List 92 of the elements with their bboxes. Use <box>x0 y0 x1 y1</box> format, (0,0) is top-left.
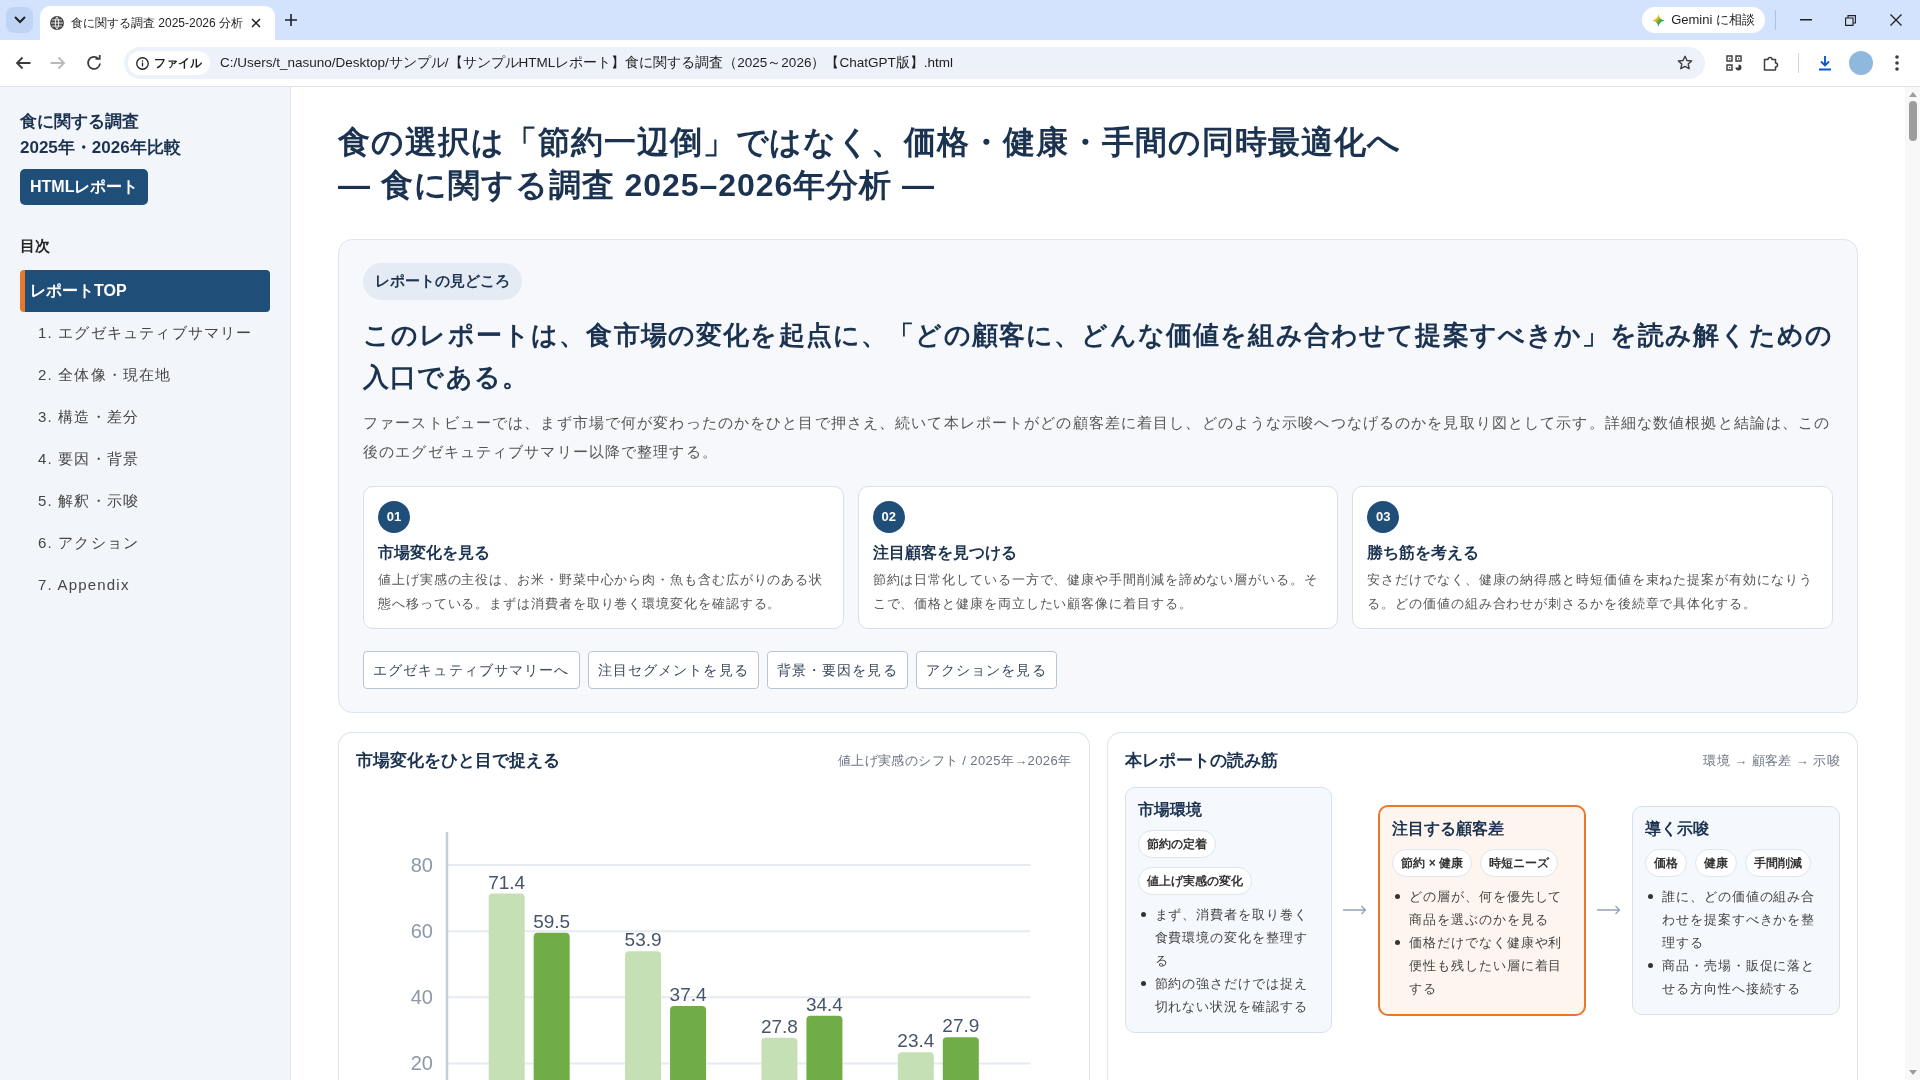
point-text: 安さだけでなく、健康の納得感と時短価値を束ねた提案が有効になりうる。どの価値の組み合わせが刺さるかを後続章で具体化する。 <box>1367 571 1814 613</box>
bullet-icon <box>1395 939 1401 945</box>
flow-step-title: 導く示唆 <box>1645 818 1711 839</box>
chevron-down-icon <box>13 16 26 24</box>
toc-link[interactable]: 1. エグゼキュティブサマリー <box>20 312 270 354</box>
toc-link[interactable]: レポートTOP <box>20 270 270 312</box>
section-link[interactable]: アクションを見る <box>915 651 1057 689</box>
flow-point-text: 価格だけでなく健康や利便性も残したい層に着目する <box>1409 933 1564 998</box>
step-number: 01 <box>378 501 410 533</box>
more-menu-icon[interactable] <box>1895 55 1899 71</box>
toc-heading: 目次 <box>20 236 51 256</box>
bullet-icon <box>1395 893 1401 899</box>
flow-point-text: 商品・売場・販促に落とせる方向性へ接続する <box>1662 956 1817 998</box>
tab-search-button[interactable] <box>6 7 33 33</box>
sparkle-icon <box>1652 13 1666 27</box>
restore-icon[interactable] <box>1845 14 1856 26</box>
right-arrow-icon <box>1343 905 1368 915</box>
keyword-tag: 時短ニーズ <box>1480 848 1558 877</box>
toc-link[interactable]: 3. 構造・差分 <box>20 396 270 438</box>
globe-icon <box>50 16 64 30</box>
overview-text: ファーストビューでは、まず市場で何が変わったのかをひと目で押さえ、続いて本レポートがどの顧客差に着目し、どのような示唆へつなげるのかを見取り図として示す。詳細な数値根拠と結論は、この後のエグゼキュティブサマリー以降で整理する。 <box>363 413 1832 462</box>
panel-title: 本レポートの読み筋 <box>1124 750 1278 772</box>
data-label: 34.4 <box>805 993 843 1015</box>
site-info-button[interactable]: ファイル <box>128 51 210 75</box>
keyword-tag: 節約 × 健康 <box>1392 848 1472 877</box>
data-label: 71.4 <box>488 871 526 893</box>
puzzle-icon[interactable] <box>1763 55 1779 71</box>
axis-tick-label: 60 <box>410 920 433 943</box>
axis-tick-label: 80 <box>410 854 433 877</box>
panel-title: 市場変化をひと目で捉える <box>356 750 560 772</box>
section-link[interactable]: エグゼキュティブサマリーへ <box>363 651 580 689</box>
sidebar-title: 食に関する調査 2025年・2026年比較 <box>20 111 182 159</box>
toc-link[interactable]: 2. 全体像・現在地 <box>20 354 270 396</box>
point-text: 値上げ実感の主役は、お米・野菜中心から肉・魚も含む広がりのある状態へ移っている。まずは消費者を取り巻く環境変化を確認する。 <box>378 571 825 613</box>
flow-step-title: 注目する顧客差 <box>1392 818 1506 839</box>
data-label: 53.9 <box>624 929 662 951</box>
axis-tick-label: 40 <box>410 986 433 1009</box>
scrollbar-thumb[interactable] <box>1908 101 1917 141</box>
bullet-icon <box>1140 912 1146 917</box>
keyword-tag: 節約の定着 <box>1137 830 1216 858</box>
data-label: 27.9 <box>942 1015 980 1037</box>
flow-point-text: 節約の強さだけでは捉え切れない状況を確認する <box>1154 975 1309 1016</box>
address-bar[interactable]: ファイル C:/Users/t_nasuno/Desktop/サンプル/【サンプルHTMLレポート】食に関する調査（2025～2026）【ChatGPT版】.html <box>124 47 1705 79</box>
new-tab-icon[interactable] <box>285 14 297 26</box>
flow-step-title: 市場環境 <box>1137 800 1203 820</box>
overview-headline: このレポートは、食市場の変化を起点に、「どの顧客に、どんな価値を組み合わせて提案すべきか」を読み解くための入口である。 <box>363 319 1833 394</box>
close-icon[interactable] <box>251 18 261 28</box>
info-icon <box>136 56 149 70</box>
page-title: 食の選択は「節約一辺倒」ではなく、価格・健康・手間の同時最適化へ — 食に関する調査 2025–2026年分析 — <box>338 123 1402 205</box>
qr-code-icon[interactable] <box>1726 55 1742 71</box>
bullet-icon <box>1648 893 1654 899</box>
axis-tick-label: 20 <box>410 1052 433 1075</box>
gemini-button[interactable]: Gemini に相談 <box>1642 7 1765 33</box>
point-title: 市場変化を見る <box>378 543 491 563</box>
point-title: 注目顧客を見つける <box>872 543 1018 563</box>
data-label: 23.4 <box>897 1030 935 1052</box>
section-link[interactable]: 背景・要因を見る <box>766 651 908 689</box>
scroll-up-icon[interactable] <box>1908 92 1917 97</box>
minimize-icon[interactable] <box>1800 19 1812 21</box>
bullet-icon <box>1140 981 1146 986</box>
step-number: 02 <box>872 501 905 533</box>
right-arrow-icon <box>1597 905 1622 915</box>
toc-link[interactable]: 4. 要因・背景 <box>20 438 270 480</box>
keyword-tag: 手間削減 <box>1745 848 1812 877</box>
toc-link[interactable]: 7. Appendix <box>20 564 270 606</box>
back-arrow-icon[interactable] <box>15 55 31 71</box>
toc-link[interactable]: 5. 解釈・示唆 <box>20 480 270 522</box>
section-link[interactable]: 注目セグメントを見る <box>587 651 759 689</box>
panel-caption: 環境 → 顧客差 → 示唆 <box>1703 752 1840 771</box>
keyword-tag: 価格 <box>1645 848 1688 877</box>
data-label: 37.4 <box>669 983 707 1005</box>
section-tag: レポートの見どころ <box>363 263 522 300</box>
panel-caption: 値上げ実感のシフト / 2025年→2026年 <box>837 752 1072 771</box>
data-label: 59.5 <box>533 910 571 932</box>
flow-point-text: まず、消費者を取り巻く食費環境の変化を整理する <box>1154 906 1309 970</box>
download-icon[interactable] <box>1817 55 1833 71</box>
keyword-tag: 健康 <box>1695 848 1738 877</box>
report-type-label: HTMLレポート <box>20 169 149 205</box>
reload-icon[interactable] <box>86 55 102 71</box>
bullet-icon <box>1648 962 1654 968</box>
keyword-tag: 値上げ実感の変化 <box>1137 867 1252 895</box>
window-close-icon[interactable] <box>1890 14 1902 26</box>
step-number: 03 <box>1367 501 1400 533</box>
flow-point-text: どの層が、何を優先して商品を選ぶのかを見る <box>1409 887 1564 929</box>
data-label: 27.8 <box>760 1015 798 1037</box>
point-text: 節約は日常化している一方で、健康や手間削減を諦めない層がいる。そこで、価格と健康を両立したい顧客像に着目する。 <box>872 571 1319 613</box>
point-title: 勝ち筋を考える <box>1367 543 1481 563</box>
flow-point-text: 誰に、どの価値の組み合わせを提案すべきかを整理する <box>1662 887 1817 952</box>
star-icon[interactable] <box>1677 55 1693 71</box>
toc-link[interactable]: 6. アクション <box>20 522 270 564</box>
scroll-down-icon[interactable] <box>1908 1070 1917 1075</box>
browser-tab[interactable]: 食に関する調査 2025-2026 分析 <box>40 6 275 40</box>
